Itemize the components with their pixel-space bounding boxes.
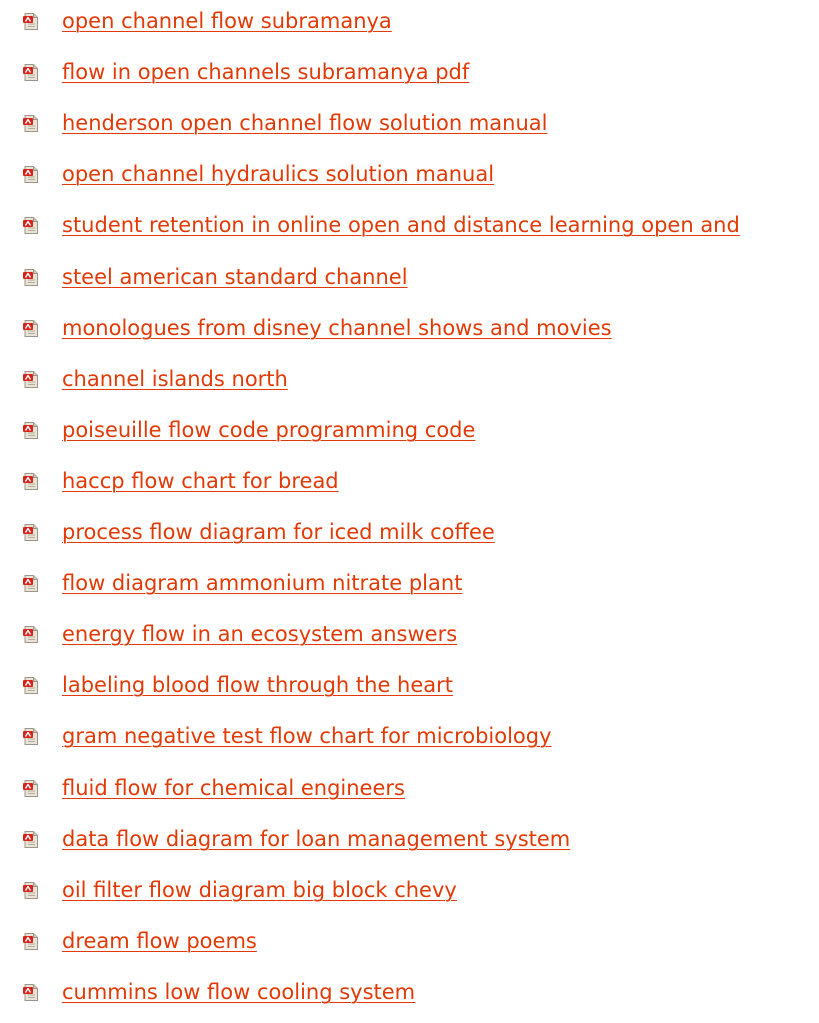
pdf-file-icon [23, 626, 39, 643]
pdf-file-icon [23, 831, 39, 848]
pdf-link[interactable]: dream flow poems [62, 928, 257, 954]
pdf-link[interactable]: channel islands north [62, 366, 288, 392]
list-item: process flow diagram for iced milk coffe… [0, 519, 819, 545]
pdf-link[interactable]: steel american standard channel [62, 264, 408, 290]
pdf-file-icon [23, 984, 39, 1001]
pdf-link[interactable]: gram negative test flow chart for microb… [62, 723, 552, 749]
pdf-file-icon [23, 524, 39, 541]
pdf-file-icon [23, 13, 39, 30]
list-item: cummins low flow cooling system [0, 979, 819, 1005]
pdf-link[interactable]: henderson open channel flow solution man… [62, 110, 547, 136]
pdf-link[interactable]: open channel hydraulics solution manual [62, 161, 494, 187]
pdf-file-icon [23, 677, 39, 694]
pdf-link[interactable]: data flow diagram for loan management sy… [62, 826, 570, 852]
pdf-link[interactable]: process flow diagram for iced milk coffe… [62, 519, 495, 545]
pdf-link[interactable]: energy flow in an ecosystem answers [62, 621, 457, 647]
list-item: haccp flow chart for bread [0, 468, 819, 494]
pdf-link[interactable]: open channel flow subramanya [62, 8, 392, 34]
pdf-link[interactable]: poiseuille flow code programming code [62, 417, 475, 443]
pdf-link[interactable]: monologues from disney channel shows and… [62, 315, 612, 341]
pdf-file-icon [23, 882, 39, 899]
pdf-file-icon [23, 780, 39, 797]
pdf-file-icon [23, 473, 39, 490]
list-item: flow in open channels subramanya pdf [0, 59, 819, 85]
pdf-link[interactable]: flow diagram ammonium nitrate plant [62, 570, 462, 596]
pdf-link[interactable]: flow in open channels subramanya pdf [62, 59, 469, 85]
list-item: labeling blood flow through the heart [0, 672, 819, 698]
list-item: fluid flow for chemical engineers [0, 775, 819, 801]
pdf-file-icon [23, 115, 39, 132]
pdf-file-icon [23, 422, 39, 439]
list-item: data flow diagram for loan management sy… [0, 826, 819, 852]
pdf-file-icon [23, 320, 39, 337]
pdf-file-icon [23, 575, 39, 592]
list-item: student retention in online open and dis… [0, 212, 819, 238]
pdf-link[interactable]: oil filter flow diagram big block chevy [62, 877, 457, 903]
list-item: henderson open channel flow solution man… [0, 110, 819, 136]
list-item: channel islands north [0, 366, 819, 392]
pdf-link[interactable]: cummins low flow cooling system [62, 979, 415, 1005]
list-item: monologues from disney channel shows and… [0, 315, 819, 341]
list-item: open channel flow subramanya [0, 8, 819, 34]
list-item: oil filter flow diagram big block chevy [0, 877, 819, 903]
pdf-file-icon [23, 269, 39, 286]
pdf-link[interactable]: fluid flow for chemical engineers [62, 775, 405, 801]
pdf-file-icon [23, 933, 39, 950]
pdf-file-icon [23, 217, 39, 234]
list-item: gram negative test flow chart for microb… [0, 723, 819, 749]
pdf-file-icon [23, 64, 39, 81]
list-item: flow diagram ammonium nitrate plant [0, 570, 819, 596]
pdf-link[interactable]: labeling blood flow through the heart [62, 672, 453, 698]
pdf-link[interactable]: haccp flow chart for bread [62, 468, 339, 494]
list-item: energy flow in an ecosystem answers [0, 621, 819, 647]
pdf-file-icon [23, 371, 39, 388]
pdf-file-icon [23, 728, 39, 745]
list-item: poiseuille flow code programming code [0, 417, 819, 443]
list-item: dream flow poems [0, 928, 819, 954]
list-item: open channel hydraulics solution manual [0, 161, 819, 187]
list-item: steel american standard channel [0, 264, 819, 290]
pdf-link[interactable]: student retention in online open and dis… [62, 212, 740, 238]
pdf-file-icon [23, 166, 39, 183]
